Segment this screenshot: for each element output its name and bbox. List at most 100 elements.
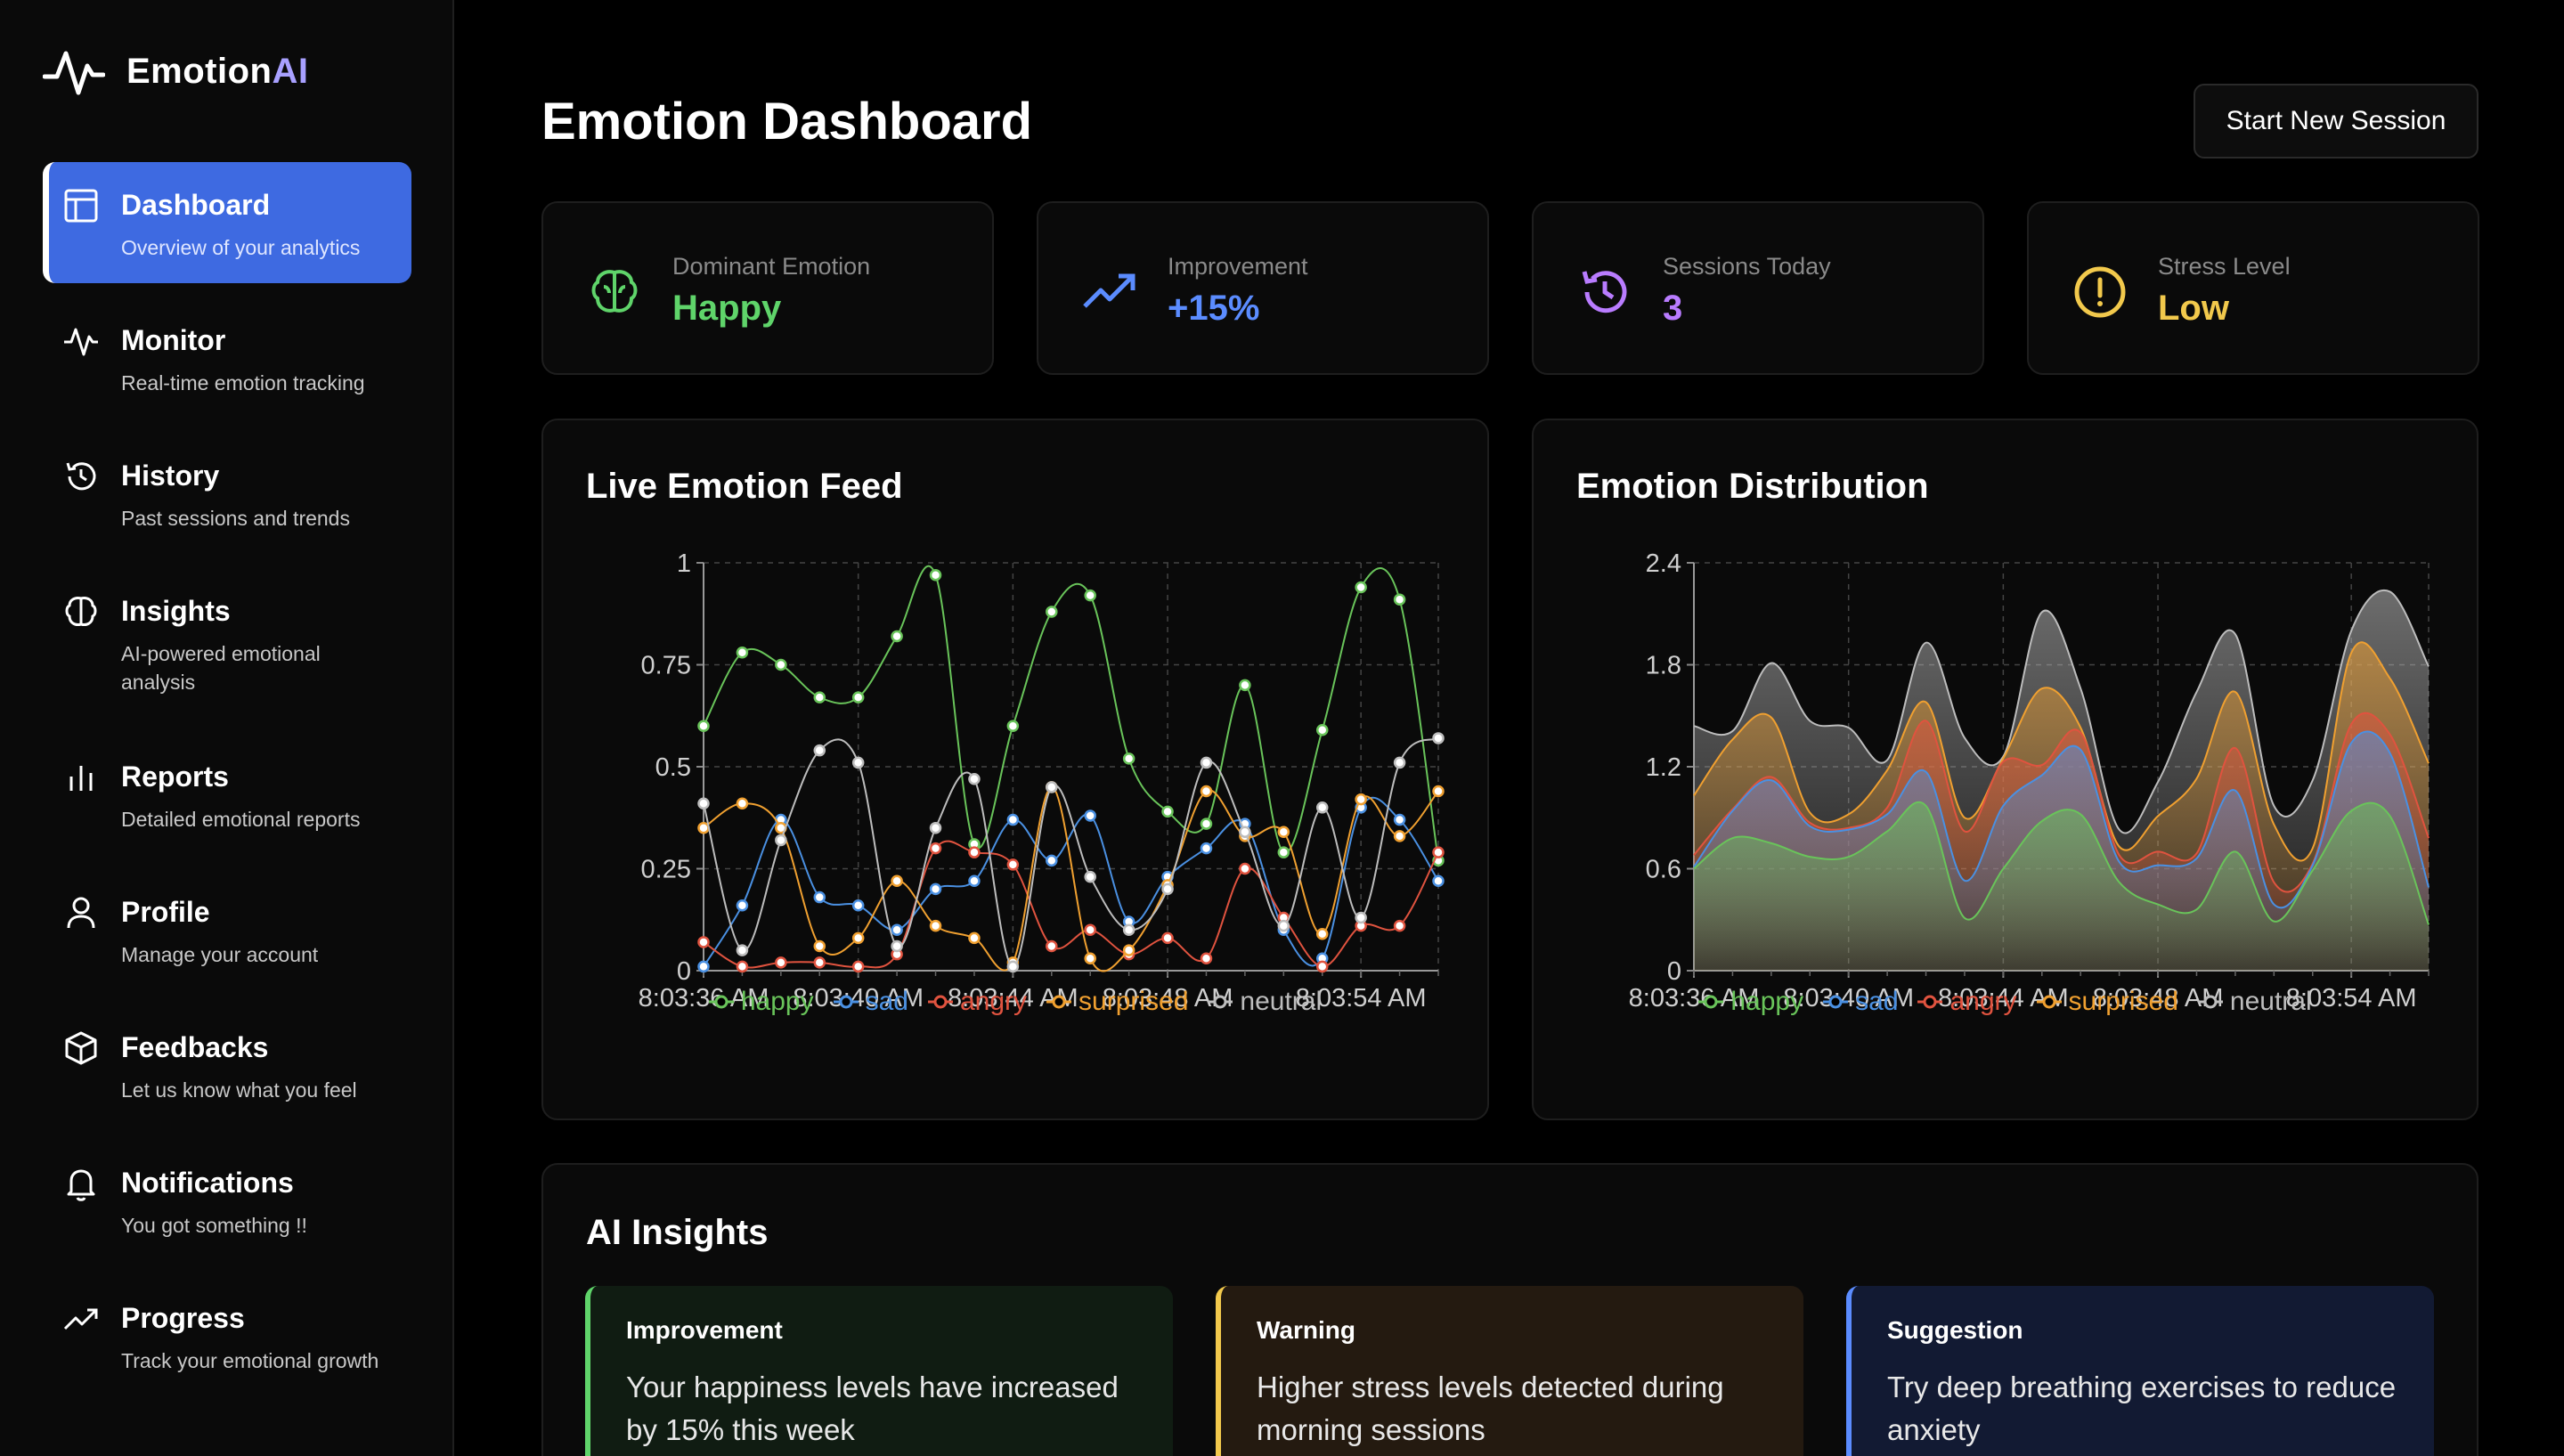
data-point-angry bbox=[1006, 858, 1020, 871]
legend-marker bbox=[1917, 995, 1943, 1009]
data-point-angry bbox=[697, 936, 710, 948]
sidebar-item-insights[interactable]: Insights AI-powered emotional analysis bbox=[43, 568, 411, 720]
data-point-happy bbox=[1084, 589, 1096, 602]
data-point-sad bbox=[851, 899, 865, 912]
data-point-neutral bbox=[1315, 801, 1329, 814]
data-point-angry bbox=[929, 842, 942, 855]
legend-item-happy[interactable]: happy bbox=[708, 987, 814, 1017]
brain-icon bbox=[62, 593, 100, 630]
y-tick-label: 2.4 bbox=[1646, 549, 1681, 578]
data-point-surprised bbox=[1393, 830, 1406, 842]
data-point-happy bbox=[891, 630, 903, 643]
legend-item-angry[interactable]: angry bbox=[927, 987, 1027, 1017]
data-point-surprised bbox=[1355, 793, 1367, 806]
legend-marker bbox=[1698, 995, 1724, 1009]
data-point-surprised bbox=[929, 919, 942, 932]
insight-type: Improvement bbox=[626, 1316, 783, 1344]
legend-marker bbox=[1046, 995, 1072, 1009]
data-point-neutral bbox=[1006, 960, 1020, 973]
data-point-neutral bbox=[929, 821, 942, 834]
insight-card-warning[interactable]: Warning Higher stress levels detected du… bbox=[1216, 1286, 1803, 1456]
sidebar-item-dashboard[interactable]: Dashboard Overview of your analytics bbox=[43, 162, 411, 283]
data-point-surprised bbox=[1122, 944, 1135, 956]
page-title: Emotion Dashboard bbox=[541, 93, 1033, 150]
data-point-surprised bbox=[736, 797, 749, 809]
start-new-session-button[interactable]: Start New Session bbox=[2194, 84, 2479, 159]
data-point-neutral bbox=[1161, 883, 1174, 896]
sidebar-item-notifications[interactable]: Notifications You got something !! bbox=[43, 1140, 411, 1261]
data-point-happy bbox=[813, 691, 826, 704]
insight-type: Suggestion bbox=[1887, 1316, 2023, 1344]
data-point-angry bbox=[1084, 923, 1096, 936]
data-point-neutral bbox=[1355, 911, 1367, 924]
sidebar: EmotionAI Dashboard Overview of your ana… bbox=[0, 0, 454, 1456]
sidebar-item-history[interactable]: History Past sessions and trends bbox=[43, 433, 411, 554]
legend-marker bbox=[708, 995, 734, 1009]
data-point-neutral bbox=[968, 772, 981, 785]
data-point-happy bbox=[1122, 752, 1135, 765]
sidebar-item-title: Profile bbox=[121, 896, 210, 928]
stat-label: Sessions Today bbox=[1663, 253, 1831, 280]
stat-value: 3 bbox=[1663, 289, 1683, 328]
data-point-surprised bbox=[697, 821, 710, 834]
data-point-neutral bbox=[775, 834, 787, 847]
insight-type: Warning bbox=[1257, 1316, 1355, 1344]
chart-legend: happy sad angry surprised neutral bbox=[543, 987, 1487, 1017]
data-point-sad bbox=[697, 960, 710, 973]
data-point-angry bbox=[736, 960, 749, 973]
insight-card-improvement[interactable]: Improvement Your happiness levels have i… bbox=[585, 1286, 1173, 1456]
legend-item-angry[interactable]: angry bbox=[1917, 987, 2017, 1017]
legend-label: neutral bbox=[2229, 987, 2312, 1016]
legend-item-neutral[interactable]: neutral bbox=[1208, 987, 1322, 1017]
sidebar-item-monitor[interactable]: Monitor Real-time emotion tracking bbox=[43, 297, 411, 419]
data-point-surprised bbox=[1200, 785, 1213, 798]
data-point-happy bbox=[1239, 679, 1251, 692]
sidebar-item-title: Progress bbox=[121, 1302, 245, 1334]
data-point-happy bbox=[1355, 581, 1367, 594]
legend-item-sad[interactable]: sad bbox=[1823, 987, 1898, 1017]
user-icon bbox=[62, 894, 100, 931]
trending-up-icon bbox=[1081, 264, 1138, 321]
legend-label: surprised bbox=[2068, 987, 2178, 1016]
data-point-happy bbox=[775, 658, 787, 671]
stat-card-sessions-today: Sessions Today 3 bbox=[1532, 201, 1984, 375]
data-point-sad bbox=[891, 923, 903, 936]
legend-item-happy[interactable]: happy bbox=[1698, 987, 1803, 1017]
sidebar-item-subtitle: AI-powered emotional analysis bbox=[121, 642, 321, 694]
data-point-neutral bbox=[1393, 756, 1406, 769]
data-point-angry bbox=[851, 960, 865, 973]
data-point-neutral bbox=[891, 939, 903, 953]
sidebar-nav: Dashboard Overview of your analytics Mon… bbox=[43, 162, 411, 1441]
insight-text: Your happiness levels have increased by … bbox=[626, 1371, 1119, 1446]
sidebar-item-feedbacks[interactable]: Feedbacks Let us know what you feel bbox=[43, 1005, 411, 1126]
stat-label: Dominant Emotion bbox=[672, 253, 871, 280]
data-point-angry bbox=[968, 846, 981, 858]
sidebar-item-title: Insights bbox=[121, 595, 231, 627]
legend-label: sad bbox=[865, 987, 908, 1016]
insight-card-suggestion[interactable]: Suggestion Try deep breathing exercises … bbox=[1846, 1286, 2434, 1456]
data-point-neutral bbox=[1432, 732, 1445, 744]
brand[interactable]: EmotionAI bbox=[43, 45, 308, 98]
sidebar-item-reports[interactable]: Reports Detailed emotional reports bbox=[43, 734, 411, 855]
data-point-angry bbox=[1393, 919, 1406, 932]
data-point-angry bbox=[1432, 846, 1445, 858]
legend-item-surprised[interactable]: surprised bbox=[2036, 987, 2178, 1017]
sidebar-item-subtitle: Overview of your analytics bbox=[121, 236, 361, 259]
y-tick-label: 0.5 bbox=[655, 753, 691, 782]
legend-item-neutral[interactable]: neutral bbox=[2197, 987, 2312, 1017]
stat-card-stress-level: Stress Level Low bbox=[2027, 201, 2479, 375]
legend-label: angry bbox=[1949, 987, 2017, 1016]
legend-item-sad[interactable]: sad bbox=[833, 987, 908, 1017]
legend-item-surprised[interactable]: surprised bbox=[1046, 987, 1188, 1017]
dashboard-icon bbox=[62, 187, 100, 224]
sidebar-item-progress[interactable]: Progress Track your emotional growth bbox=[43, 1275, 411, 1427]
trending-up-icon bbox=[62, 1300, 100, 1338]
legend-label: surprised bbox=[1079, 987, 1189, 1016]
data-point-surprised bbox=[813, 939, 826, 953]
sidebar-item-profile[interactable]: Profile Manage your account bbox=[43, 869, 411, 990]
data-point-happy bbox=[1200, 817, 1213, 830]
sidebar-item-title: Monitor bbox=[121, 324, 226, 356]
history-icon bbox=[1576, 264, 1633, 321]
data-point-angry bbox=[1046, 939, 1058, 953]
data-point-happy bbox=[1006, 720, 1020, 732]
